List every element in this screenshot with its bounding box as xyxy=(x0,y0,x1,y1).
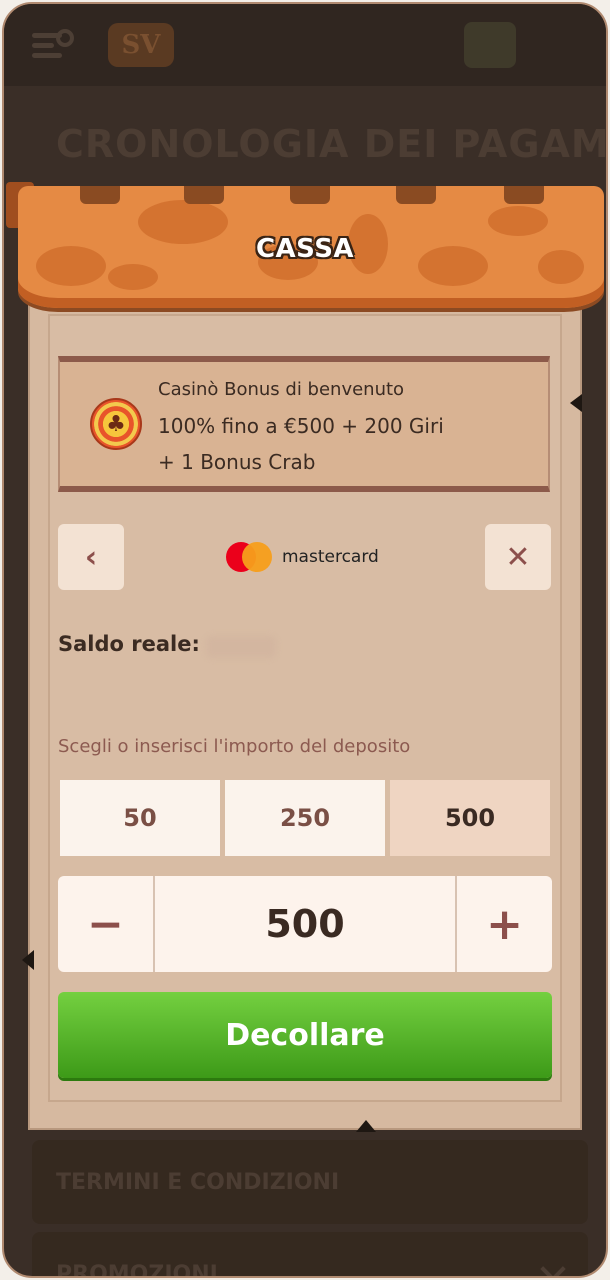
chevron-left-icon: ‹ xyxy=(84,539,98,575)
modal-title: CASSA xyxy=(255,234,355,264)
terms-label: TERMINI E CONDIZIONI xyxy=(56,1169,340,1195)
bonus-offer: 100% fino a €500 + 200 Giri xyxy=(158,414,444,438)
balance-label: Saldo reale: xyxy=(58,632,200,656)
panel-notch xyxy=(22,950,34,970)
promotions-row[interactable]: PROMOZIONI xyxy=(32,1232,588,1278)
chevron-down-icon xyxy=(540,1256,566,1276)
increment-button[interactable]: + xyxy=(455,876,552,972)
menu-search-icon[interactable] xyxy=(32,27,78,63)
awning-tab xyxy=(396,186,436,204)
payment-method: mastercard xyxy=(226,542,379,572)
terms-row[interactable]: TERMINI E CONDIZIONI xyxy=(32,1140,588,1224)
amount-input[interactable]: 500 xyxy=(155,876,455,972)
awning-tab xyxy=(290,186,330,204)
close-button[interactable]: ✕ xyxy=(485,524,551,590)
promotions-label: PROMOZIONI xyxy=(56,1261,218,1278)
amount-option-500[interactable]: 500 xyxy=(390,780,550,856)
panel-notch xyxy=(356,1120,376,1132)
awning-tab xyxy=(504,186,544,204)
logo: SV xyxy=(108,23,174,67)
bonus-title: Casinò Bonus di benvenuto xyxy=(158,379,405,400)
awning-tab xyxy=(80,186,120,204)
casino-chip-icon: ♣ xyxy=(90,398,142,450)
amount-option-50[interactable]: 50 xyxy=(60,780,220,856)
deposit-prompt: Scegli o inserisci l'importo del deposit… xyxy=(58,736,411,757)
bonus-extra: + 1 Bonus Crab xyxy=(158,450,316,474)
payment-method-label: mastercard xyxy=(282,547,379,567)
header-action-button[interactable] xyxy=(464,22,516,68)
amount-stepper: − 500 + xyxy=(58,876,552,972)
balance-value-blurred xyxy=(206,636,276,658)
mastercard-logo-icon xyxy=(226,542,272,572)
back-button[interactable]: ‹ xyxy=(58,524,124,590)
submit-button[interactable]: Decollare xyxy=(58,992,552,1078)
amount-option-250[interactable]: 250 xyxy=(225,780,385,856)
close-icon: ✕ xyxy=(505,539,531,575)
page-title: CRONOLOGIA DEI PAGAMENTI xyxy=(56,122,608,166)
decrement-button[interactable]: − xyxy=(58,876,155,972)
panel-notch xyxy=(570,394,582,412)
bonus-text: Casinò Bonus di benvenuto 100% fino a €5… xyxy=(158,372,538,480)
awning-tab xyxy=(184,186,224,204)
